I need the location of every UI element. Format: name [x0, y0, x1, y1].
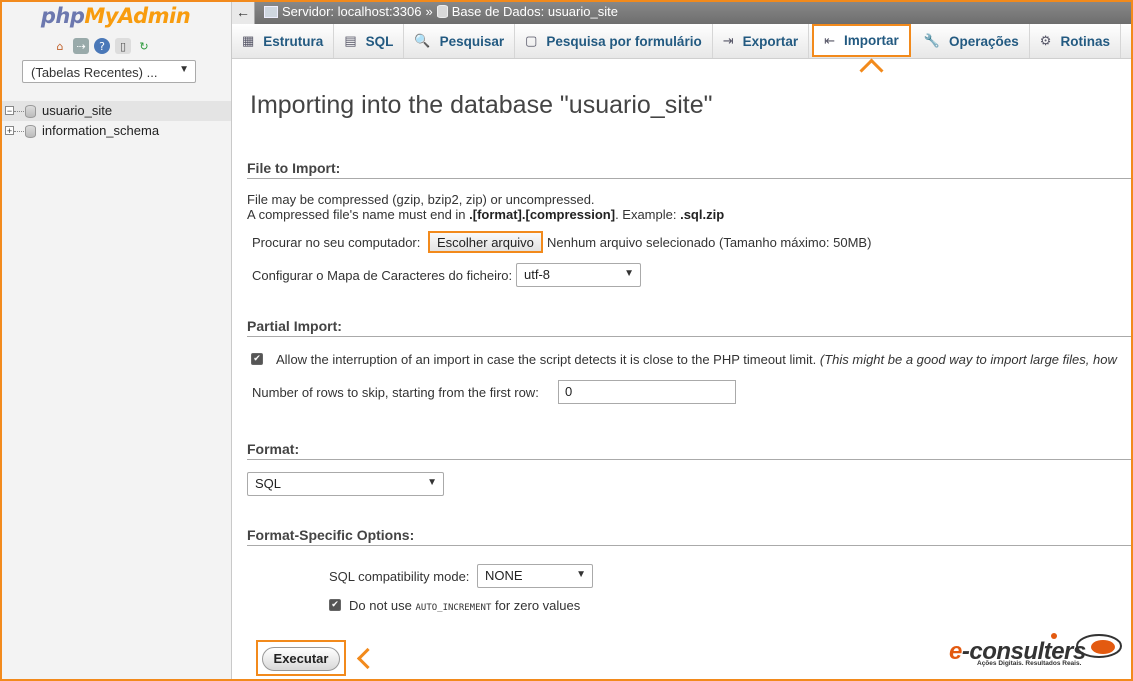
chevron-down-icon: ▼ [179, 64, 189, 75]
sql-compat-select[interactable]: NONE ▼ [477, 564, 593, 588]
tab-pesquisa-formulario[interactable]: ▢ Pesquisa por formulário [515, 24, 713, 58]
import-icon: ⇤ [824, 32, 836, 48]
breadcrumb-server[interactable]: Servidor: localhost:3306 [282, 4, 421, 19]
highlight-caret-left-icon [356, 647, 379, 670]
execute-button[interactable]: Executar [262, 647, 340, 671]
database-tree: − usuario_site + information_schema [0, 101, 231, 141]
browse-label: Procurar no seu computador: [252, 235, 421, 250]
tree-item-information-schema[interactable]: + information_schema [0, 121, 231, 141]
choose-file-button[interactable]: Escolher arquivo [428, 231, 543, 253]
file-to-import-heading: File to Import: [247, 160, 1133, 179]
help-icon[interactable]: ? [94, 38, 110, 54]
structure-icon: ▦ [242, 33, 255, 48]
skip-rows-label: Number of rows to skip, starting from th… [252, 385, 539, 400]
no-auto-increment-label: Do not use AUTO_INCREMENT for zero value… [349, 598, 581, 613]
page-title: Importing into the database "usuario_sit… [250, 91, 713, 119]
query-icon: ▢ [525, 33, 538, 48]
tree-item-label: information_schema [42, 123, 160, 138]
database-icon [436, 5, 448, 18]
breadcrumb: Servidor: localhost:3306 » Base de Dados… [264, 4, 618, 19]
chevron-down-icon: ▼ [427, 477, 437, 488]
wrench-icon: 🔧 [923, 33, 940, 48]
server-icon [264, 5, 278, 18]
tree-item-usuario-site[interactable]: − usuario_site [0, 101, 231, 121]
brand-tagline: Ações Digitais. Resultados Reais. [977, 660, 1082, 667]
navigation-panel: phpMyAdmin ⌂ ⇢ ? ▯ ↻ (Tabelas Recentes) … [0, 0, 232, 681]
breadcrumb-bar: ← Servidor: localhost:3306 » Base de Dad… [232, 0, 1133, 24]
skip-rows-input[interactable]: 0 [558, 380, 736, 404]
database-icon [25, 125, 36, 138]
recent-tables-select[interactable]: (Tabelas Recentes) ... ▼ [22, 60, 196, 83]
execute-highlight: Executar [256, 640, 346, 676]
database-icon [25, 105, 36, 118]
search-icon: 🔍 [414, 33, 431, 48]
sql-icon: ▤ [344, 33, 357, 48]
format-heading: Format: [247, 441, 1133, 460]
allow-interrupt-checkbox[interactable]: ✔ [251, 353, 263, 365]
quick-icons: ⌂ ⇢ ? ▯ ↻ [52, 38, 152, 54]
tree-connector [14, 131, 24, 132]
breadcrumb-database[interactable]: Base de Dados: usuario_site [452, 4, 618, 19]
allow-interrupt-label: Allow the interruption of an import in c… [276, 352, 1117, 367]
format-select[interactable]: SQL ▼ [247, 472, 444, 496]
tab-pesquisar[interactable]: 🔍 Pesquisar [404, 24, 516, 58]
file-status: Nenhum arquivo selecionado (Tamanho máxi… [547, 235, 872, 250]
reload-icon[interactable]: ↻ [136, 38, 152, 54]
format-specific-options-heading: Format-Specific Options: [247, 527, 1133, 546]
compression-note: File may be compressed (gzip, bzip2, zip… [247, 192, 595, 207]
no-auto-increment-checkbox[interactable]: ✔ [329, 599, 341, 611]
export-icon: ⇥ [722, 33, 734, 48]
routines-icon: ⚙ [1039, 33, 1052, 48]
tree-connector [14, 111, 24, 112]
import-form: Importing into the database "usuario_sit… [247, 58, 1133, 681]
tab-importar[interactable]: ⇤ Importar [812, 24, 911, 57]
compression-extension-note: A compressed file's name must end in .[f… [247, 207, 725, 222]
econsulters-logo: e-consulters Ações Digitais. Resultados … [949, 630, 1129, 674]
back-arrow-icon[interactable]: ← [232, 0, 255, 24]
charset-select[interactable]: utf-8 ▼ [516, 263, 641, 287]
partial-import-heading: Partial Import: [247, 318, 1133, 337]
charset-label: Configurar o Mapa de Caracteres do fiche… [252, 268, 513, 283]
breadcrumb-separator: » [425, 4, 433, 19]
chevron-down-icon: ▼ [624, 268, 634, 279]
logout-icon[interactable]: ⇢ [73, 38, 89, 54]
tab-operacoes[interactable]: 🔧 Operações [914, 24, 1030, 58]
tree-item-label: usuario_site [42, 103, 113, 118]
tab-sql[interactable]: ▤ SQL [334, 24, 405, 58]
tab-estrutura[interactable]: ▦ Estrutura [232, 24, 335, 58]
tab-rotinas[interactable]: ⚙ Rotinas [1030, 24, 1121, 58]
expand-icon[interactable]: + [5, 126, 14, 136]
phpmyadmin-logo[interactable]: phpMyAdmin [0, 4, 231, 28]
collapse-icon[interactable]: − [5, 106, 14, 116]
tab-bar: ▦ Estrutura ▤ SQL 🔍 Pesquisar ▢ Pesquisa por… [232, 24, 1133, 59]
sql-compat-label: SQL compatibility mode: [329, 569, 470, 584]
chevron-down-icon: ▼ [576, 569, 586, 580]
home-icon[interactable]: ⌂ [52, 38, 68, 54]
docs-icon[interactable]: ▯ [115, 38, 131, 54]
tab-exportar[interactable]: ⇥ Exportar [713, 24, 810, 58]
